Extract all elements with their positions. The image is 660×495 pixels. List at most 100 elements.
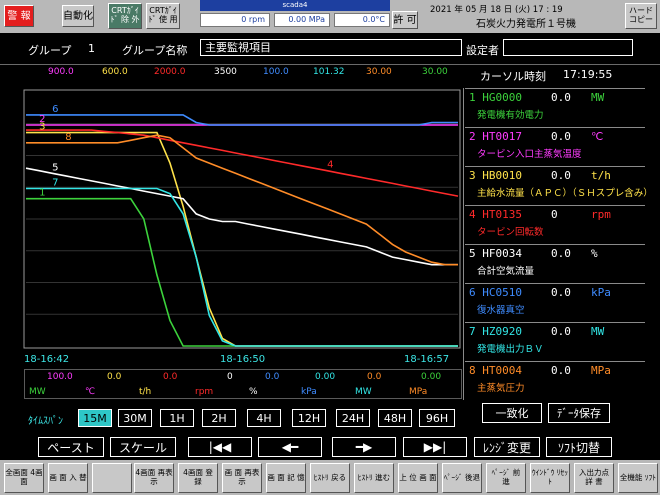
setter-field[interactable] <box>503 39 633 56</box>
legend-row[interactable]: 5 HF0034 0.0% 合計空気流量 <box>465 244 645 277</box>
legend-tag: 7 HZ0920 <box>469 325 522 338</box>
function-key-9[interactable]: ﾋｽﾄﾘ 進む <box>354 463 394 493</box>
scale-max-3: 2000.0 <box>154 67 186 77</box>
pressure-readout: 0.00 MPa <box>274 13 330 27</box>
group-number: 1 <box>88 42 95 55</box>
legend-description: タービン回転数 <box>477 227 544 238</box>
legend-value: 0.0 <box>551 286 571 299</box>
legend-unit: MW <box>591 325 605 338</box>
match-button[interactable]: 一致化 <box>482 403 542 423</box>
legend-tag: 8 HT0004 <box>469 364 522 377</box>
data-save-button[interactable]: ﾃﾞｰﾀ保存 <box>548 403 610 423</box>
scale-min-2: 0.0 <box>107 372 122 382</box>
function-key-10[interactable]: 上 位 画 面 <box>398 463 438 493</box>
legend-description: 復水器真空 <box>477 305 525 316</box>
span-15m[interactable]: 15M <box>78 409 112 427</box>
time-end: 18-16:57 <box>404 354 450 365</box>
legend-unit: t/h <box>591 169 611 182</box>
legend-value: 0.0 <box>551 91 571 104</box>
prev-button[interactable]: ◀━ <box>258 437 322 457</box>
function-key-5[interactable]: 4画面 登 録 <box>178 463 218 493</box>
legend-value: 0.0 <box>551 169 571 182</box>
span-48h[interactable]: 48H <box>378 409 412 427</box>
time-span-label: ﾀｲﾑｽﾊﾟﾝ <box>28 416 63 427</box>
unit-7: MW <box>355 387 372 397</box>
unit-4: rpm <box>195 387 214 397</box>
function-key-7[interactable]: 画 面 記 憶 <box>266 463 306 493</box>
span-12h[interactable]: 12H <box>292 409 326 427</box>
scale-max-6: 101.32 <box>313 67 345 77</box>
scale-min-6: 0.00 <box>315 372 336 382</box>
legend-row[interactable]: 6 HC0510 0.0 kPa 復水器真空 <box>465 283 645 316</box>
span-4h[interactable]: 4H <box>247 409 281 427</box>
next-button[interactable]: ━▶ <box>332 437 396 457</box>
hardcopy-button[interactable]: ハード コピー <box>625 3 657 29</box>
scale-max-7: 30.00 <box>366 67 392 77</box>
paste-button[interactable]: ペースト <box>38 437 104 457</box>
last-page-button[interactable]: ▶▶| <box>403 437 467 457</box>
function-key-15[interactable]: 全機能 ｿﾌﾄ <box>618 463 658 493</box>
legend-row[interactable]: 3 HB0010 0.0 t/h 主給水流量（ＡＰＣ）（ＳＨスプレ含み） <box>465 166 653 199</box>
legend-unit: MPa <box>591 364 611 377</box>
alarm-button[interactable]: 警 報 <box>4 5 34 27</box>
legend-value: 0.0 <box>551 364 571 377</box>
legend-value: 0.0 <box>551 247 571 260</box>
legend-description: タービン入口主蒸気温度 <box>477 149 582 160</box>
group-name-field[interactable]: 主要監視項目 <box>200 39 462 56</box>
crt-guide-exclude-button[interactable]: CRTｶﾞｲﾄﾞ 除 外 <box>108 3 142 29</box>
span-30m[interactable]: 30M <box>118 409 152 427</box>
scale-button[interactable]: スケール <box>110 437 176 457</box>
group-label: グループ <box>28 44 72 57</box>
legend-row[interactable]: 7 HZ0920 0.0 MW 発電機出力ＢＶ <box>465 322 645 355</box>
plant-name: 石炭火力発電所１号機 <box>476 19 576 30</box>
cursor-time-value: 17:19:55 <box>563 68 613 81</box>
function-key-8[interactable]: ﾋｽﾄﾘ 戻る <box>310 463 350 493</box>
scale-min-7: 0.0 <box>367 372 382 382</box>
range-change-button[interactable]: ﾚﾝｼﾞ変更 <box>474 437 540 457</box>
soft-switch-button[interactable]: ｿﾌﾄ切替 <box>546 437 612 457</box>
setter-label: 設定者 <box>466 44 499 57</box>
function-key-14[interactable]: 入出力点 詳 書 <box>574 463 614 493</box>
legend-row[interactable]: 4 HT0135 0 rpm タービン回転数 <box>465 205 645 238</box>
legend-value: 0.0 <box>551 130 571 143</box>
function-key-11[interactable]: ﾍﾟｰｼﾞ 後退 <box>442 463 482 493</box>
function-key-3[interactable] <box>92 463 132 493</box>
unit-8: MPa <box>409 387 428 397</box>
function-key-6[interactable]: 画 面 再表示 <box>222 463 262 493</box>
legend-unit: ℃ <box>591 130 604 143</box>
span-1h[interactable]: 1H <box>160 409 194 427</box>
legend-row[interactable]: 1 HG0000 0.0 MW 発電機有効電力 <box>465 88 645 121</box>
function-key-12[interactable]: ﾍﾟｰｼﾞ 前 進 <box>486 463 526 493</box>
cursor-time-label: カーソル時刻 <box>480 70 546 83</box>
auto-button[interactable]: 自動化 <box>62 5 94 27</box>
permit-button[interactable]: 許 可 <box>392 11 418 29</box>
legend-tag: 3 HB0010 <box>469 169 522 182</box>
crt-guide-use-button[interactable]: CRTｶﾞｲﾄﾞ 使 用 <box>146 3 180 29</box>
legend-unit: MW <box>591 91 605 104</box>
legend-description: 合計空気流量 <box>477 266 535 277</box>
legend-row[interactable]: 2 HT0017 0.0 ℃ タービン入口主蒸気温度 <box>465 127 645 160</box>
series-label-7: 7 <box>52 178 58 189</box>
legend-row[interactable]: 8 HT0004 0.0 MPa 主蒸気圧力 <box>465 361 645 394</box>
function-key-4[interactable]: 4画面 再表示 <box>134 463 174 493</box>
datetime: 2021 年 05 月 18 日 (火) 17 : 19 <box>430 5 563 15</box>
legend-description: 主蒸気圧力 <box>477 383 525 394</box>
scale-max-5: 100.0 <box>263 67 289 77</box>
legend-description: 主給水流量（ＡＰＣ）（ＳＨスプレ含み） <box>477 188 653 199</box>
function-key-2[interactable]: 画 面 入 替 <box>48 463 88 493</box>
trend-chart[interactable]: 12345678 <box>0 88 462 350</box>
window-title-bar: scada4 <box>200 0 390 11</box>
scale-max-1: 900.0 <box>48 67 74 77</box>
span-2h[interactable]: 2H <box>202 409 236 427</box>
span-24h[interactable]: 24H <box>336 409 370 427</box>
first-page-button[interactable]: |◀◀ <box>188 437 252 457</box>
function-key-1[interactable]: 全画面 4画面 <box>4 463 44 493</box>
legend-unit: % <box>591 247 598 260</box>
rpm-readout: 0 rpm <box>200 13 270 27</box>
span-96h[interactable]: 96H <box>419 409 455 427</box>
unit-1: MW <box>29 387 46 397</box>
scale-max-4: 3500 <box>214 67 237 77</box>
function-key-13[interactable]: ｳｲﾝﾄﾞｳ ﾘｾｯﾄ <box>530 463 570 493</box>
scale-min-5: 0.0 <box>265 372 280 382</box>
scale-min-3: 0.0 <box>163 372 178 382</box>
